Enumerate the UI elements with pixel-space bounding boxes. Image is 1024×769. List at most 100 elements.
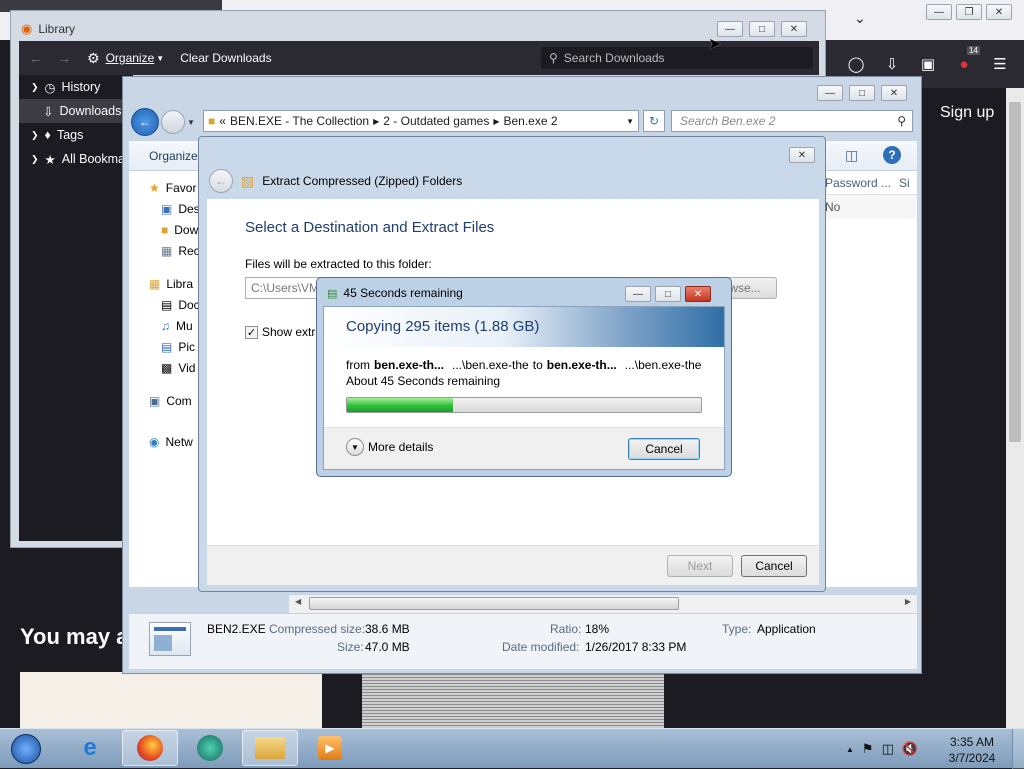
show-extracted-checkbox[interactable]: ✓ Show extra [245, 325, 322, 339]
firefox-tab-list[interactable]: ⌄ [854, 10, 866, 27]
sidebar-item-bookmarks[interactable]: ❯ ★ All Bookma [19, 147, 133, 171]
nav-computer[interactable]: ▣ Com [129, 390, 201, 411]
cancel-button[interactable]: Cancel [741, 555, 807, 577]
nav-libraries[interactable]: ▦ Libra [129, 273, 201, 294]
column-password[interactable]: Password ... [825, 176, 891, 190]
search-input[interactable]: Search Ben.exe 2 ⚲ [671, 110, 913, 132]
next-button[interactable]: Next [667, 555, 733, 577]
sidebar-item-history[interactable]: ❯ ◷ History [19, 75, 133, 99]
gear-icon[interactable]: ⚙ [87, 50, 100, 67]
search-icon: ⚲ [549, 51, 558, 65]
folder-icon: ■ [161, 222, 169, 237]
organize-menu[interactable]: Organize [106, 51, 155, 65]
forward-button[interactable] [161, 110, 185, 134]
file-list: Password ... Si No [819, 171, 917, 587]
preview-pane-icon[interactable]: ◫ [845, 147, 858, 164]
folder-icon: ■ [208, 114, 216, 128]
maximize-button[interactable]: □ [749, 21, 775, 37]
clock[interactable]: 3:35 AM 3/7/2024 [940, 734, 1004, 766]
nav-documents[interactable]: ▤ Doc [129, 294, 201, 315]
volume-muted-icon[interactable]: 🔇 [902, 741, 918, 757]
more-details-toggle[interactable]: ▼ More details [346, 438, 433, 456]
sidebar-item-downloads[interactable]: ⇩ Downloads [19, 99, 133, 123]
close-button[interactable]: ✕ [986, 4, 1012, 20]
firefox-scrollbar[interactable] [1006, 88, 1024, 728]
ublock-icon[interactable]: ● 14 [952, 46, 980, 76]
breadcrumb-item[interactable]: Ben.exe 2 [503, 114, 557, 128]
sidebar-item-label: Downloads [59, 104, 122, 118]
nav-recent[interactable]: ▦ Rec [129, 240, 201, 261]
organize-menu[interactable]: Organize [149, 149, 198, 163]
wizard-title: Extract Compressed (Zipped) Folders [262, 174, 463, 188]
more-details-label: More details [368, 440, 434, 454]
sidebar-item-label: History [61, 80, 101, 94]
navigation-pane: ★ Favor ▣ Des ■ Dow ▦ Rec ▦ Libra ▤ Doc ♫ Mu ▤ P… [129, 171, 201, 587]
maximize-button[interactable]: □ [655, 286, 681, 302]
copy-body: Copying 295 items (1.88 GB) from ben.exe… [323, 306, 725, 470]
download-icon[interactable]: ⇩ [880, 52, 904, 76]
column-size[interactable]: Si [899, 176, 910, 190]
recent-pages-icon[interactable]: ▼ [187, 118, 195, 127]
clock-time: 3:35 AM [949, 735, 995, 749]
nav-network[interactable]: ◉ Netw [129, 431, 201, 452]
maximize-button[interactable]: □ [849, 85, 875, 101]
music-icon: ♫ [161, 318, 170, 333]
pocket-icon[interactable]: ◯ [844, 52, 868, 76]
horizontal-scrollbar[interactable]: ◀ ▶ [289, 595, 917, 613]
breadcrumb-item[interactable]: 2 - Outdated games [383, 114, 489, 128]
extensions-icon[interactable]: ▣ [916, 52, 940, 76]
minimize-button[interactable]: — [625, 286, 651, 302]
thumbnail-image[interactable] [362, 674, 664, 728]
show-desktop-button[interactable] [1012, 729, 1024, 769]
nav-desktop[interactable]: ▣ Des [129, 198, 201, 219]
close-button[interactable]: ✕ [789, 147, 815, 163]
nav-videos[interactable]: ▩ Vid [129, 357, 201, 378]
address-bar[interactable]: ■ « BEN.EXE - The Collection ▶ 2 - Outda… [203, 110, 639, 132]
taskbar-app[interactable] [182, 730, 238, 766]
taskbar-firefox[interactable] [122, 730, 178, 766]
close-button[interactable]: ✕ [781, 21, 807, 37]
forward-icon[interactable]: → [57, 50, 71, 66]
cancel-button[interactable]: Cancel [628, 438, 700, 460]
library-title: Library [38, 22, 76, 36]
nav-downloads[interactable]: ■ Dow [129, 219, 201, 240]
search-downloads-input[interactable]: ⚲ Search Downloads [541, 47, 813, 69]
file-type: Application [757, 622, 816, 636]
help-icon[interactable]: ? [883, 146, 901, 164]
checkbox-icon[interactable]: ✓ [245, 325, 258, 339]
nav-pictures[interactable]: ▤ Pic [129, 336, 201, 357]
clear-downloads-button[interactable]: Clear Downloads [180, 51, 271, 65]
from-name: ben.exe-th... [374, 358, 445, 372]
chevron-down-icon[interactable]: ⌄ [854, 10, 866, 27]
start-button[interactable] [6, 731, 46, 767]
taskbar-media[interactable]: ▶ [302, 730, 358, 766]
chevron-down-icon[interactable]: ▼ [626, 117, 634, 126]
flag-icon[interactable]: ⚑ [862, 741, 874, 757]
minimize-button[interactable]: — [817, 85, 843, 101]
back-button[interactable]: ← [131, 108, 159, 136]
network-icon[interactable]: ◫ [882, 741, 894, 757]
zip-folder-icon: ▧ [241, 172, 255, 189]
breadcrumb-item[interactable]: BEN.EXE - The Collection [230, 114, 369, 128]
close-button[interactable]: ✕ [685, 286, 711, 302]
nav-favorites[interactable]: ★ Favor [129, 177, 201, 198]
chevron-down-icon[interactable]: ▼ [346, 438, 364, 456]
menu-icon[interactable]: ☰ [988, 52, 1012, 76]
sign-up-link[interactable]: Sign up [940, 104, 994, 122]
show-hidden-icons-icon[interactable]: ▲ [846, 745, 854, 754]
back-icon[interactable]: ← [29, 50, 43, 66]
nav-music[interactable]: ♫ Mu [129, 315, 201, 336]
taskbar-explorer[interactable] [242, 730, 298, 766]
restore-button[interactable]: ❐ [956, 4, 982, 20]
taskbar-ie[interactable]: e [62, 730, 118, 766]
sidebar-item-label: All Bookma [61, 152, 125, 166]
close-button[interactable]: ✕ [881, 85, 907, 101]
refresh-icon[interactable]: ↻ [643, 110, 665, 132]
library-icon: ▦ [149, 276, 161, 291]
back-button[interactable]: ← [209, 169, 233, 193]
thumbnail-image[interactable] [20, 672, 322, 728]
sidebar-item-tags[interactable]: ❯ ♦ Tags [19, 123, 133, 147]
minimize-button[interactable]: — [926, 4, 952, 20]
copy-progress-dialog: ▤ 45 Seconds remaining — □ ✕ Copying 295… [316, 277, 732, 477]
progress-fill [347, 398, 454, 412]
